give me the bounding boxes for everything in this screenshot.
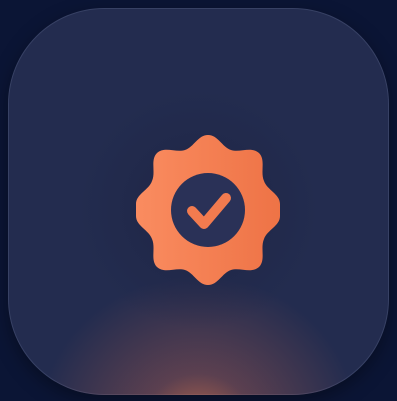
check-ring [171,173,245,247]
app-icon-canvas [0,0,397,401]
app-icon-tile[interactable] [8,8,389,395]
verified-check-badge-icon [136,135,280,285]
